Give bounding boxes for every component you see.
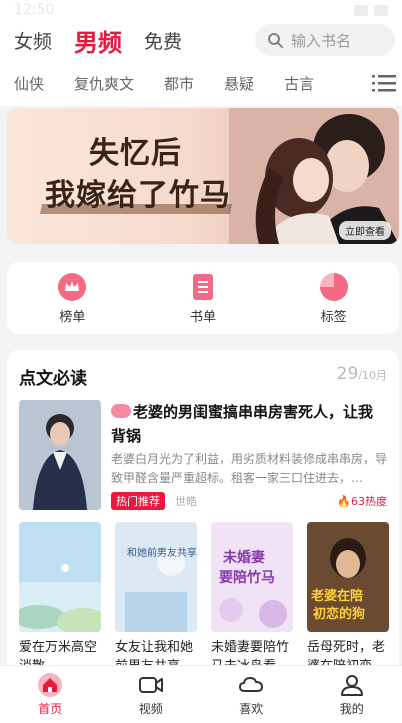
nav-video-label: 视频 [138, 702, 163, 716]
book-card[interactable]: 老婆在陪 初恋的狗 岳母死时，老婆在陪初恋 [307, 522, 389, 676]
book-cover: 老婆在陪 初恋的狗 [307, 522, 389, 632]
status-bar: 12:50 [0, 0, 402, 20]
quick-booklist[interactable]: 书单 [138, 262, 269, 334]
battery-icon [374, 4, 388, 16]
book-cover: 未婚妻 要陪竹马 [211, 522, 293, 632]
cover-title-text-1: 老婆在陪 [310, 588, 363, 604]
cloud-icon [239, 677, 264, 692]
date-month: /10月 [358, 369, 387, 382]
quick-tags[interactable]: 标签 [268, 262, 399, 334]
featured-cover-illustration [19, 400, 101, 510]
category-suspense[interactable]: 悬疑 [224, 73, 254, 94]
header: 女频 男频 免费 输入书名 [0, 20, 402, 60]
menu-icon[interactable] [372, 73, 396, 93]
featured-book-description: 老婆白月光为了利益，用劣质材料装修成串串房，导致甲醛含量严重超标。租客一家三口住… [111, 452, 387, 485]
nav-profile-label: 我的 [339, 702, 364, 716]
section-title: 点文必读 [19, 369, 87, 389]
cover-title-text: 和她前男友共享婚房 [127, 546, 197, 559]
tab-male[interactable]: 男频 [74, 23, 122, 58]
home-icon [38, 673, 63, 697]
nav-favorite-label: 喜欢 [239, 702, 264, 716]
category-bar: 仙侠 复仇爽文 都市 悬疑 古言 [0, 60, 402, 106]
tab-female[interactable]: 女频 [14, 27, 52, 54]
category-revenge[interactable]: 复仇爽文 [74, 73, 134, 94]
featured-author: 世皓 [175, 495, 197, 508]
cover-title-text-2: 初恋的狗 [313, 606, 365, 622]
book-cover: 和她前男友共享婚房 [115, 522, 197, 632]
quick-tags-label: 标签 [320, 309, 347, 325]
featured-title-text: 老婆的男闺蜜搞串串房害死人，让我背锅 [111, 403, 374, 445]
nav-profile[interactable]: 我的 [302, 666, 402, 723]
featured-heat-value: 63热度 [351, 495, 387, 508]
quick-ranking[interactable]: 榜单 [7, 262, 138, 334]
nav-video[interactable]: 视频 [101, 666, 202, 723]
category-ancient[interactable]: 古言 [284, 73, 314, 94]
bottom-nav: 首页 视频 喜欢 我的 [0, 665, 402, 723]
category-urban[interactable]: 都市 [164, 73, 194, 94]
book-card[interactable]: 爱在万米高空消散 [19, 522, 101, 676]
book-grid: 爱在万米高空消散 和她前男友共享婚房 女友让我和她前男友共享 未婚妻 [19, 522, 389, 676]
nav-favorite[interactable]: 喜欢 [201, 666, 302, 723]
promo-banner[interactable]: 失忆后 我嫁给了竹马 立即查看 [7, 108, 399, 244]
user-icon [340, 675, 363, 696]
flame-icon: 🔥 [337, 495, 351, 508]
quick-booklist-label: 书单 [190, 309, 217, 325]
cover-title-text-1: 未婚妻 [223, 549, 265, 566]
cover-title-text-2: 要陪竹马 [219, 569, 275, 586]
date-day: 29 [336, 364, 359, 384]
search-icon [268, 33, 283, 48]
book-cover [19, 522, 101, 632]
status-icons [354, 4, 388, 16]
book-card[interactable]: 和她前男友共享婚房 女友让我和她前男友共享 [115, 522, 197, 676]
featured-book-title[interactable]: 老婆的男闺蜜搞串串房害死人，让我背锅 [111, 400, 387, 448]
hot-recommend-badge: 热门推荐 [111, 492, 165, 510]
heart-badge-icon [111, 404, 131, 418]
banner-title-line2: 我嫁给了竹马 [45, 178, 231, 213]
book-list-icon [193, 273, 213, 300]
search-input[interactable]: 输入书名 [255, 24, 395, 56]
section-date: 29/10月 [337, 364, 387, 384]
recommend-section: 点文必读 29/10月 老婆的男闺蜜搞串串房害死人，让我背锅 老婆白月光为了利益… [7, 350, 399, 680]
category-xianxia[interactable]: 仙侠 [14, 73, 44, 94]
featured-book-cover[interactable] [19, 400, 101, 510]
banner-title-line1: 失忆后 [89, 136, 182, 171]
nav-home[interactable]: 首页 [0, 666, 101, 723]
signal-icon [354, 4, 368, 16]
quick-ranking-label: 榜单 [59, 309, 86, 325]
banner-view-button[interactable]: 立即查看 [339, 221, 391, 240]
tag-icon [319, 272, 348, 301]
quick-entries: 榜单 书单 标签 [7, 262, 399, 334]
nav-home-label: 首页 [38, 702, 63, 716]
featured-heat: 🔥63热度 [337, 493, 387, 509]
tab-free[interactable]: 免费 [144, 27, 182, 54]
video-icon [138, 677, 163, 693]
search-placeholder: 输入书名 [291, 31, 352, 50]
book-card[interactable]: 未婚妻 要陪竹马 未婚妻要陪竹马去冰岛看 [211, 522, 293, 676]
status-time: 12:50 [14, 2, 55, 18]
crown-icon [58, 272, 87, 301]
